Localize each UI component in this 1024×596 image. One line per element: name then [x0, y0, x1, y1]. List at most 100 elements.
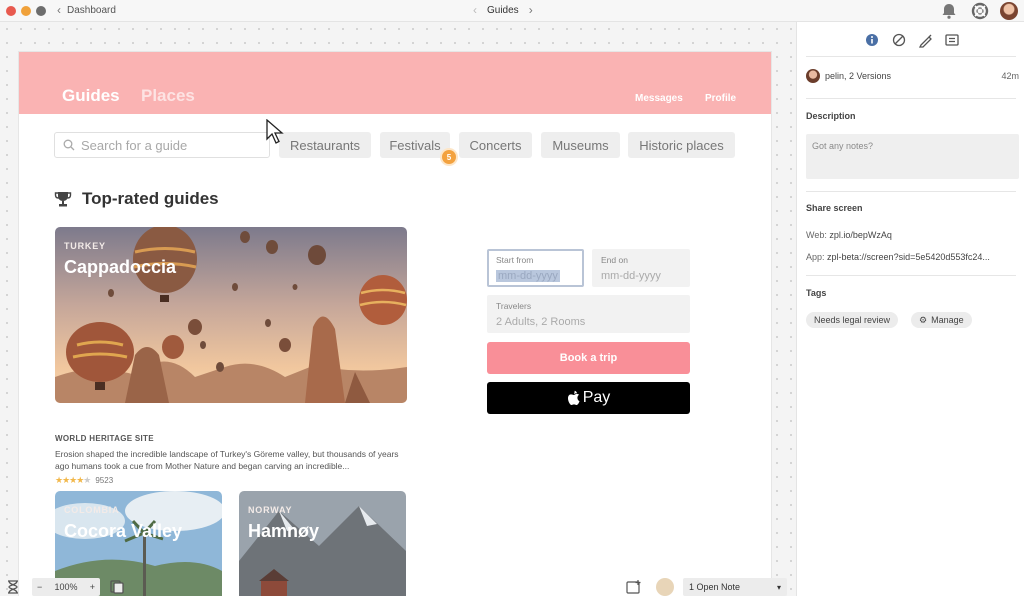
card-country: NORWAY: [248, 505, 293, 515]
mouse-cursor-icon: [266, 119, 284, 144]
panel-divider: [806, 191, 1016, 192]
category-concerts[interactable]: Concerts: [459, 132, 532, 158]
version-time: 42m: [1001, 71, 1019, 81]
card-title: Cocora Valley: [64, 521, 183, 541]
app-link[interactable]: zpl-beta://screen?sid=5e5420d553fc24...: [827, 252, 990, 262]
screen-title: Guides: [487, 4, 519, 16]
start-date-value: mm-dd-yyyy: [496, 270, 560, 282]
panel-divider: [806, 275, 1016, 276]
monkey-avatar-icon[interactable]: [656, 578, 674, 596]
annotation-badge[interactable]: 5: [442, 150, 456, 164]
apple-pay-button[interactable]: Pay: [487, 382, 690, 414]
travelers-label: Travelers: [496, 301, 532, 311]
previous-screen-button[interactable]: ‹: [473, 4, 477, 16]
zoom-out-button[interactable]: −: [37, 582, 42, 592]
search-placeholder: Search for a guide: [81, 137, 188, 153]
chevron-down-icon: ▾: [776, 582, 781, 592]
apple-pay-label: Pay: [582, 389, 611, 406]
minimize-window-button[interactable]: [21, 6, 31, 16]
messages-link[interactable]: Messages: [635, 93, 683, 104]
version-info[interactable]: pelin, 2 Versions 42m: [806, 69, 1019, 83]
design-canvas[interactable]: Guides Places Messages Profile Search fo…: [0, 22, 796, 596]
card-category: WORLD HERITAGE SITE: [55, 434, 154, 443]
travelers-value: 2 Adults, 2 Rooms: [496, 316, 586, 328]
copy-icon[interactable]: [110, 580, 124, 594]
panel-divider: [806, 98, 1016, 99]
screen-navigator: ‹ Guides ›: [473, 4, 533, 16]
section-heading: Top-rated guides: [54, 189, 219, 209]
card-title: Cappadoccia: [64, 257, 177, 277]
guide-card-cappadoccia[interactable]: TURKEY Cappadoccia: [55, 227, 407, 403]
pencil-icon[interactable]: [918, 32, 934, 48]
zoom-level: 100%: [54, 582, 78, 592]
web-link[interactable]: zpl.io/bepWzAq: [829, 230, 892, 240]
back-to-dashboard-link[interactable]: ‹ Dashboard: [57, 4, 116, 16]
gear-icon: ⚙: [919, 314, 928, 325]
add-note-icon[interactable]: [626, 580, 642, 594]
start-date-field[interactable]: Start from mm-dd-yyyy: [487, 249, 584, 287]
hourglass-icon[interactable]: [7, 580, 19, 594]
card-country: COLOMBIA: [64, 505, 120, 515]
category-museums[interactable]: Museums: [541, 132, 620, 158]
version-user: pelin, 2 Versions: [825, 71, 892, 81]
next-screen-button[interactable]: ›: [529, 4, 533, 16]
app-link-row[interactable]: App: zpl-beta://screen?sid=5e5420d553fc2…: [806, 252, 990, 262]
cappadocia-photo: [55, 227, 407, 403]
back-link-label: Dashboard: [67, 4, 116, 16]
card-description: Erosion shaped the incredible landscape …: [55, 449, 399, 471]
end-date-field[interactable]: End on mm-dd-yyyy: [592, 249, 690, 287]
zoom-control: − 100% +: [32, 578, 100, 596]
artboard: Guides Places Messages Profile Search fo…: [19, 52, 771, 596]
open-notes-label: 1 Open Note: [689, 582, 741, 592]
styleguide-icon[interactable]: [891, 32, 907, 48]
info-icon[interactable]: [864, 32, 880, 48]
app-label: App:: [806, 252, 825, 262]
apple-logo-icon: [567, 390, 580, 405]
web-link-row[interactable]: Web: zpl.io/bepWzAq: [806, 230, 892, 240]
hero-header: Guides Places Messages Profile: [19, 52, 771, 114]
panel-divider: [806, 56, 1016, 57]
tab-places[interactable]: Places: [141, 86, 195, 106]
start-date-label: Start from: [496, 255, 534, 265]
search-input[interactable]: Search for a guide: [54, 132, 270, 158]
review-count: 9523: [95, 476, 114, 485]
tag-needs-legal-review[interactable]: Needs legal review: [806, 312, 899, 328]
card-title: Hamnøy: [248, 521, 320, 541]
zoom-in-button[interactable]: +: [90, 582, 95, 592]
inspector-panel: pelin, 2 Versions 42m Description Got an…: [796, 22, 1024, 596]
user-avatar: [806, 69, 820, 83]
category-festivals[interactable]: Festivals: [380, 132, 450, 158]
manage-label: Manage: [931, 315, 964, 325]
close-window-button[interactable]: [6, 6, 16, 16]
notes-field[interactable]: Got any notes?: [806, 134, 1019, 179]
search-icon: [63, 139, 75, 151]
window-titlebar: ‹ Dashboard ‹ Guides ›: [0, 0, 1024, 22]
web-label: Web:: [806, 230, 827, 240]
manage-tags-button[interactable]: ⚙ Manage: [911, 312, 972, 328]
canvas-bottom-toolbar: − 100% + 1 Open Note ▾: [0, 578, 796, 596]
card-country: TURKEY: [64, 241, 106, 251]
tags-heading: Tags: [806, 288, 827, 298]
share-heading: Share screen: [806, 203, 863, 213]
section-title: Top-rated guides: [82, 189, 219, 208]
description-heading: Description: [806, 111, 856, 121]
notes-placeholder: Got any notes?: [812, 141, 874, 151]
tab-guides[interactable]: Guides: [62, 86, 120, 106]
help-lifebuoy-icon[interactable]: [971, 2, 989, 20]
end-date-value: mm-dd-yyyy: [601, 270, 661, 282]
end-date-label: End on: [601, 255, 628, 265]
user-avatar[interactable]: [1000, 2, 1018, 20]
profile-link[interactable]: Profile: [705, 93, 736, 104]
open-notes-select[interactable]: 1 Open Note ▾: [683, 578, 787, 596]
chevron-left-icon: ‹: [57, 3, 61, 17]
trophy-icon: [54, 192, 72, 207]
zoom-window-button[interactable]: [36, 6, 46, 16]
book-trip-button[interactable]: Book a trip: [487, 342, 690, 374]
category-restaurants[interactable]: Restaurants: [279, 132, 371, 158]
notifications-bell-icon[interactable]: [940, 2, 958, 20]
travelers-field[interactable]: Travelers 2 Adults, 2 Rooms: [487, 295, 690, 333]
category-historic-places[interactable]: Historic places: [628, 132, 735, 158]
notes-icon[interactable]: [944, 32, 960, 48]
card-rating: ★★★★★ 9523: [55, 475, 113, 486]
star-rating-icon: ★★★★★: [55, 475, 91, 485]
